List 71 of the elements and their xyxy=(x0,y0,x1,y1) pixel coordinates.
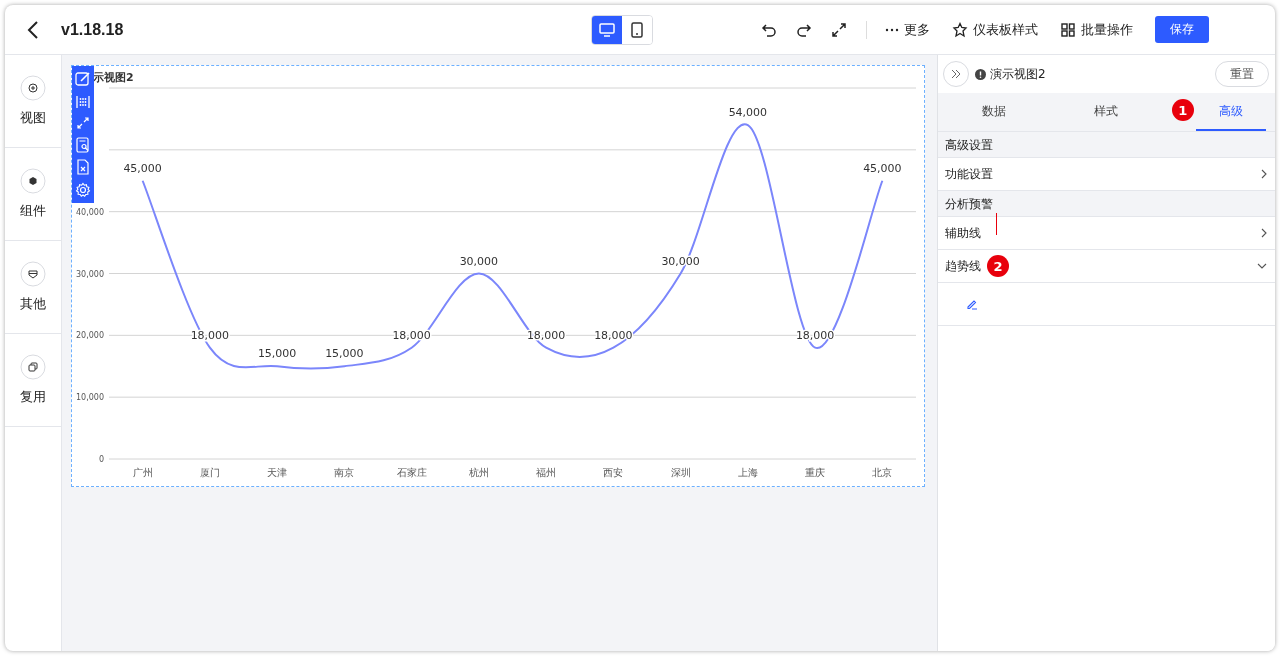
chevron-right-icon xyxy=(1261,169,1267,179)
monitor-icon xyxy=(599,22,615,37)
row-label: 功能设置 xyxy=(945,165,993,183)
data-label: 45,000 xyxy=(123,161,162,175)
step-badge: 2 xyxy=(987,255,1009,277)
x-axis-label: 厦门 xyxy=(199,467,220,478)
x-axis-label: 石家庄 xyxy=(396,467,427,478)
edit-icon[interactable] xyxy=(75,71,91,88)
star-icon xyxy=(952,21,968,38)
x-axis-label: 西安 xyxy=(603,467,624,478)
data-label: 30,000 xyxy=(459,254,499,268)
y-tick-label: 40,000 xyxy=(76,207,104,217)
info-icon xyxy=(975,68,986,80)
y-tick-label: 20,000 xyxy=(76,331,104,341)
collapse-button[interactable] xyxy=(943,61,969,87)
pen-icon[interactable] xyxy=(966,298,978,310)
save-button[interactable]: 保存 xyxy=(1155,16,1209,43)
sidebar-item[interactable]: 组件 xyxy=(20,202,46,220)
back-icon[interactable] xyxy=(27,20,39,39)
chevron-right-icon xyxy=(1261,228,1267,238)
annotation-line xyxy=(996,213,997,235)
step-badge: 1 xyxy=(1171,99,1194,121)
panel-title: 演示视图2 xyxy=(990,65,1047,83)
more-button[interactable]: 更多 xyxy=(881,15,934,44)
x-axis-label: 天津 xyxy=(267,467,288,478)
phone-icon xyxy=(631,21,643,38)
section-header: 高级设置 xyxy=(938,132,1275,158)
dashboard-style-button[interactable]: 仪表板样式 xyxy=(948,15,1042,44)
preview-icon[interactable] xyxy=(75,136,91,153)
x-axis-label: 杭州 xyxy=(468,467,489,478)
sidebar-item[interactable]: 复用 xyxy=(20,388,46,406)
expand-icon[interactable] xyxy=(831,21,847,38)
grid-icon xyxy=(1060,21,1076,38)
x-axis-label: 北京 xyxy=(872,467,893,478)
undo-icon[interactable] xyxy=(761,21,777,38)
panel-tab[interactable]: 样式 xyxy=(1071,93,1142,131)
x-axis-label: 福州 xyxy=(536,467,557,478)
data-label: 54,000 xyxy=(728,106,768,120)
y-tick-label: 30,000 xyxy=(76,269,104,279)
y-tick-label: 0 xyxy=(98,455,104,464)
desktop-view-button[interactable] xyxy=(592,15,622,44)
y-tick-label: 10,000 xyxy=(76,393,104,403)
x-axis-label: 重庆 xyxy=(805,467,826,478)
chart-title: 示视图2 xyxy=(93,70,134,85)
x-axis-label: 广州 xyxy=(132,467,153,478)
sidebar-item[interactable]: 其他 xyxy=(20,295,46,313)
chevron-down-icon xyxy=(1257,263,1267,269)
double-chevron-icon xyxy=(951,69,961,79)
batch-operation-button[interactable]: 批量操作 xyxy=(1056,15,1137,44)
x-axis-label: 上海 xyxy=(737,467,758,478)
x-axis-label: 深圳 xyxy=(670,467,691,478)
redo-icon[interactable] xyxy=(796,21,812,38)
section-header: 分析预警 xyxy=(938,191,1275,217)
data-label: 45,000 xyxy=(863,161,902,175)
settings-row[interactable]: 趋势线 2 xyxy=(938,250,1275,283)
version-title: v1.18.18 xyxy=(61,20,125,39)
settings-icon[interactable] xyxy=(75,181,91,198)
file-delete-icon[interactable] xyxy=(75,159,91,176)
more-icon xyxy=(885,27,899,32)
settings-row[interactable]: 辅助线 xyxy=(938,217,1275,250)
row-label: 趋势线 xyxy=(945,257,981,275)
row-label: 辅助线 xyxy=(945,224,981,242)
x-axis-label: 南京 xyxy=(334,467,355,478)
data-label: 15,000 xyxy=(257,347,297,361)
grid-icon[interactable] xyxy=(75,93,91,110)
data-label: 15,000 xyxy=(325,347,364,361)
sidebar-item-icon[interactable] xyxy=(20,168,46,194)
sidebar-item[interactable]: 视图 xyxy=(20,109,46,127)
panel-tab[interactable]: 数据 xyxy=(959,93,1030,131)
data-label: 18,000 xyxy=(594,328,633,342)
reset-button[interactable]: 重置 xyxy=(1215,61,1269,87)
